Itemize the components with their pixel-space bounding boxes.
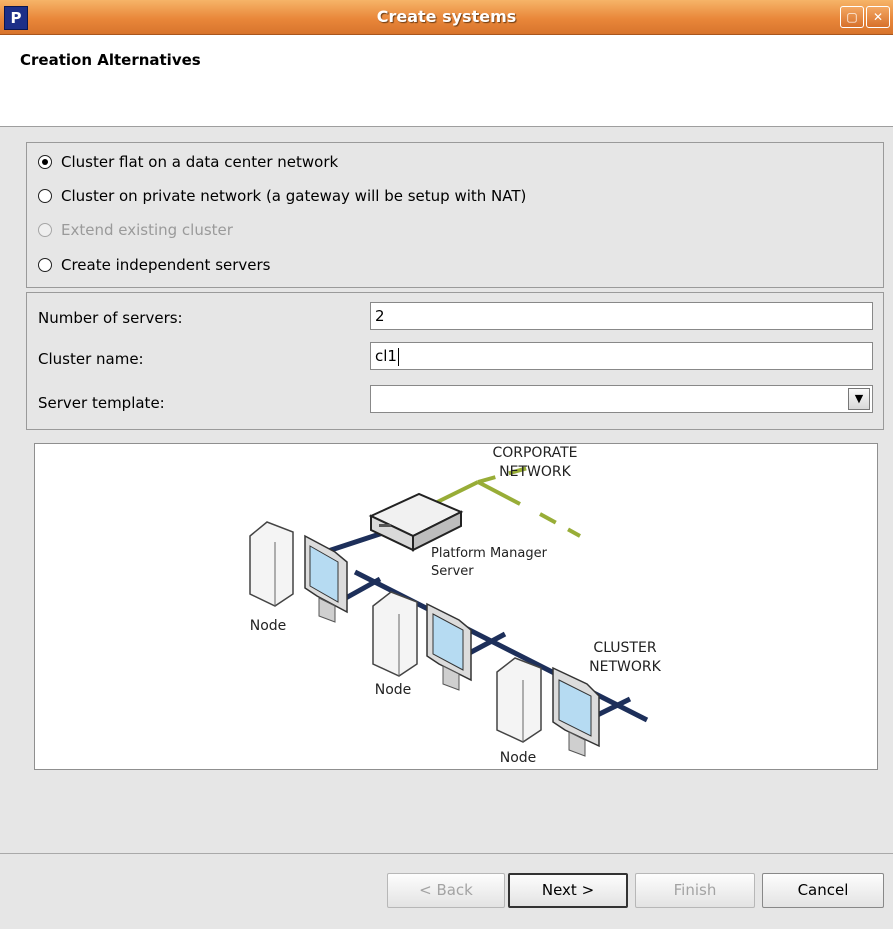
cluster-name-label: Cluster name: (38, 350, 144, 368)
page-title: Creation Alternatives (20, 51, 201, 69)
cluster-name-input[interactable]: cl1 (370, 342, 873, 370)
cluster-network-label-line2: NETWORK (589, 659, 661, 675)
back-button[interactable]: < Back (387, 873, 505, 908)
option-label: Extend existing cluster (61, 221, 233, 239)
node-3-label: Node (500, 750, 537, 766)
restore-icon: ▢ (846, 10, 858, 24)
node-1-label: Node (250, 618, 287, 634)
button-bar-separator (0, 853, 893, 854)
server-template-label: Server template: (38, 394, 165, 412)
server-template-dropdown[interactable]: ▼ (370, 385, 873, 413)
option-label: Create independent servers (61, 256, 271, 274)
node-1-icon (249, 521, 348, 623)
wizard-header: Creation Alternatives (0, 35, 893, 127)
option-label: Cluster on private network (a gateway wi… (61, 187, 527, 205)
option-extend-existing: Extend existing cluster (38, 219, 233, 241)
corporate-network-label-line2: NETWORK (499, 464, 571, 480)
window-title: Create systems (376, 7, 517, 26)
network-diagram: CORPORATE NETWORK Platform Manager Serve… (34, 443, 878, 770)
platform-manager-label-line2: Server (431, 564, 474, 579)
restore-window-button[interactable]: ▢ (840, 6, 864, 28)
radio-button-selected[interactable] (38, 155, 52, 169)
text-caret (397, 347, 399, 366)
option-cluster-flat[interactable]: Cluster flat on a data center network (38, 151, 338, 173)
node-3-icon (496, 657, 600, 757)
cancel-button[interactable]: Cancel (762, 873, 884, 908)
option-independent-servers[interactable]: Create independent servers (38, 254, 271, 276)
num-servers-input[interactable]: 2 (370, 302, 873, 330)
node-2-label: Node (375, 682, 412, 698)
option-label: Cluster flat on a data center network (61, 153, 339, 171)
title-bar[interactable]: P Create systems ▢ ✕ (0, 0, 893, 35)
corporate-network-label-line1: CORPORATE (492, 445, 577, 461)
radio-button-disabled (38, 223, 52, 237)
network-diagram-illustration: CORPORATE NETWORK Platform Manager Serve… (249, 445, 662, 766)
next-button[interactable]: Next > (508, 873, 628, 908)
chevron-down-icon[interactable]: ▼ (848, 388, 870, 410)
option-cluster-private[interactable]: Cluster on private network (a gateway wi… (38, 185, 526, 207)
platform-manager-label-line1: Platform Manager (431, 546, 548, 561)
radio-button[interactable] (38, 258, 52, 272)
cluster-network-label-line1: CLUSTER (593, 640, 656, 656)
radio-button[interactable] (38, 189, 52, 203)
cluster-name-value: cl1 (375, 347, 397, 365)
platform-manager-server-icon (368, 492, 464, 552)
close-icon: ✕ (872, 10, 884, 24)
close-window-button[interactable]: ✕ (866, 6, 890, 28)
num-servers-label: Number of servers: (38, 309, 183, 327)
finish-button[interactable]: Finish (635, 873, 755, 908)
